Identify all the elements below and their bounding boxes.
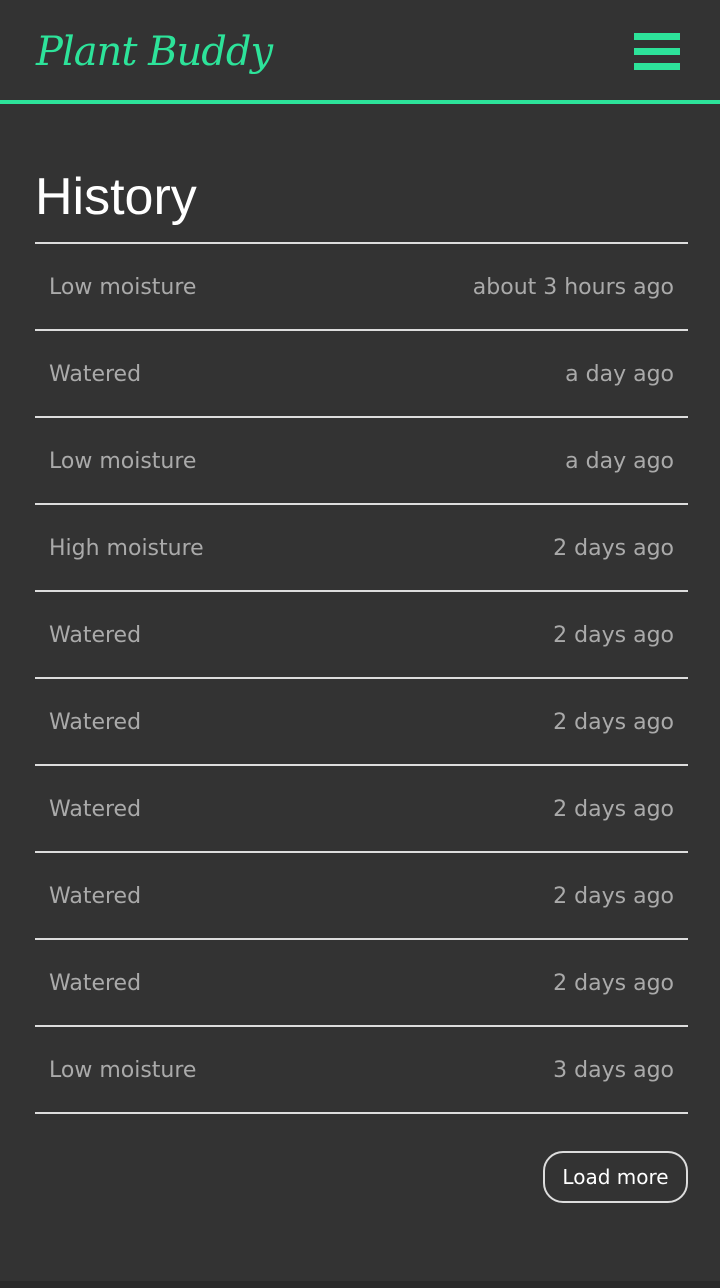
menu-bar-middle bbox=[634, 48, 680, 55]
history-row: Low moisture about 3 hours ago bbox=[35, 244, 688, 331]
history-event-label: Watered bbox=[49, 884, 142, 909]
app-logo[interactable]: Plant Buddy bbox=[36, 24, 273, 80]
history-row: Watered 2 days ago bbox=[35, 940, 688, 1027]
app-page: Plant Buddy History Low moisture about 3… bbox=[0, 0, 720, 1288]
history-event-label: Low moisture bbox=[49, 1058, 197, 1083]
history-row: Watered 2 days ago bbox=[35, 679, 688, 766]
history-row: Watered 2 days ago bbox=[35, 766, 688, 853]
history-row: Watered 2 days ago bbox=[35, 853, 688, 940]
page-title: History bbox=[35, 168, 197, 226]
load-more-button[interactable]: Load more bbox=[543, 1151, 688, 1203]
history-row: High moisture 2 days ago bbox=[35, 505, 688, 592]
history-event-label: Watered bbox=[49, 362, 142, 387]
history-event-label: Watered bbox=[49, 971, 142, 996]
history-event-time: 2 days ago bbox=[553, 710, 674, 735]
hamburger-menu-icon[interactable] bbox=[634, 33, 680, 71]
bottom-edge bbox=[0, 1281, 720, 1288]
history-event-time: 2 days ago bbox=[553, 797, 674, 822]
history-event-label: Low moisture bbox=[49, 275, 197, 300]
history-event-time: a day ago bbox=[565, 449, 674, 474]
top-navbar: Plant Buddy bbox=[0, 0, 720, 104]
history-event-label: Watered bbox=[49, 623, 142, 648]
history-event-time: about 3 hours ago bbox=[472, 275, 674, 300]
history-event-label: Low moisture bbox=[49, 449, 197, 474]
history-row: Watered a day ago bbox=[35, 331, 688, 418]
menu-bar-bottom bbox=[634, 63, 680, 70]
history-event-label: High moisture bbox=[49, 536, 204, 561]
history-event-time: 2 days ago bbox=[553, 971, 674, 996]
history-event-time: 2 days ago bbox=[553, 884, 674, 909]
menu-bar-top bbox=[634, 33, 680, 40]
history-event-label: Watered bbox=[49, 710, 142, 735]
history-list: Low moisture about 3 hours ago Watered a… bbox=[35, 242, 688, 1114]
history-event-time: 2 days ago bbox=[553, 623, 674, 648]
history-event-time: 3 days ago bbox=[553, 1058, 674, 1083]
history-event-time: 2 days ago bbox=[553, 536, 674, 561]
history-row: Low moisture a day ago bbox=[35, 418, 688, 505]
history-row: Watered 2 days ago bbox=[35, 592, 688, 679]
history-event-time: a day ago bbox=[565, 362, 674, 387]
history-event-label: Watered bbox=[49, 797, 142, 822]
history-row: Low moisture 3 days ago bbox=[35, 1027, 688, 1114]
